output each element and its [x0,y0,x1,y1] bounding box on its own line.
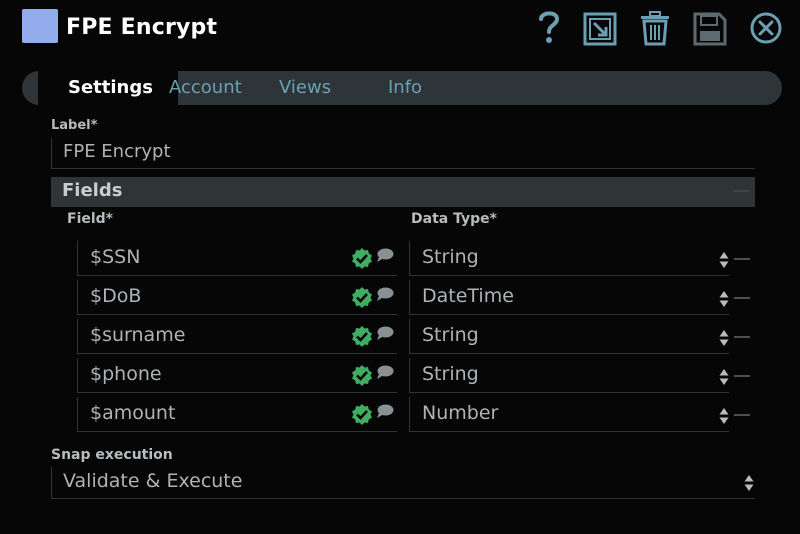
valid-check-icon [352,248,372,269]
snap-color-swatch [22,9,58,43]
data-type-select[interactable]: DateTime [409,280,729,315]
fields-section-header: Fields [51,177,755,207]
tab-account[interactable]: Account [169,71,242,105]
field-input[interactable]: $DoB [77,280,397,315]
select-arrows-icon [719,330,729,346]
field-input[interactable]: $surname [77,319,397,354]
snap-execution-value: Validate & Execute [63,470,243,492]
field-value: $SSN [90,246,141,268]
label-field-title: Label* [51,118,98,133]
remove-row-icon[interactable] [734,375,750,377]
select-arrows-icon [744,475,754,491]
data-type-value: String [422,363,479,385]
data-type-column-header: Data Type* [411,211,497,227]
field-value: $amount [90,402,176,424]
tab-views[interactable]: Views [279,71,331,105]
field-input[interactable]: $SSN [77,241,397,276]
field-value: $surname [90,324,186,346]
snap-execution-select[interactable]: Validate & Execute [51,467,755,499]
help-icon[interactable] [536,8,562,48]
field-input[interactable]: $phone [77,358,397,393]
label-input[interactable]: FPE Encrypt [51,138,755,169]
data-type-select[interactable]: String [409,358,729,393]
select-arrows-icon [719,369,729,385]
tab-info[interactable]: Info [388,71,422,105]
remove-row-icon[interactable] [734,258,750,260]
trash-icon[interactable] [638,8,672,48]
data-type-value: String [422,246,479,268]
valid-check-icon [352,365,372,386]
field-row-4: $phone String [0,358,800,394]
field-value: $DoB [90,285,142,307]
field-row-3: $surname String [0,319,800,355]
valid-check-icon [352,404,372,425]
data-type-value: Number [422,402,499,424]
field-row-2: $DoB DateTime [0,280,800,316]
tab-bar: Settings Account Views Info [22,71,782,105]
dialog-header: FPE Encrypt [0,0,800,62]
data-type-value: DateTime [422,285,514,307]
field-row-5: $amount Number [0,397,800,433]
export-icon[interactable] [582,8,618,48]
save-icon[interactable] [692,8,728,48]
field-value: $phone [90,363,162,385]
comment-icon[interactable] [376,326,394,341]
fields-collapse-icon[interactable] [733,190,749,192]
data-type-select[interactable]: String [409,319,729,354]
valid-check-icon [352,326,372,347]
comment-icon[interactable] [376,365,394,380]
data-type-select[interactable]: String [409,241,729,276]
remove-row-icon[interactable] [734,297,750,299]
fields-section-title: Fields [62,180,123,201]
data-type-select[interactable]: Number [409,397,729,432]
snap-execution-title: Snap execution [51,447,173,463]
close-icon[interactable] [748,8,784,48]
tab-settings[interactable]: Settings [38,71,178,105]
valid-check-icon [352,287,372,308]
field-row-1: $SSN String [0,241,800,277]
field-input[interactable]: $amount [77,397,397,432]
comment-icon[interactable] [376,248,394,263]
dialog-title: FPE Encrypt [66,15,218,40]
comment-icon[interactable] [376,404,394,419]
comment-icon[interactable] [376,287,394,302]
select-arrows-icon [719,252,729,268]
select-arrows-icon [719,408,729,424]
field-column-header: Field* [67,211,113,227]
remove-row-icon[interactable] [734,336,750,338]
remove-row-icon[interactable] [734,414,750,416]
data-type-value: String [422,324,479,346]
select-arrows-icon [719,291,729,307]
